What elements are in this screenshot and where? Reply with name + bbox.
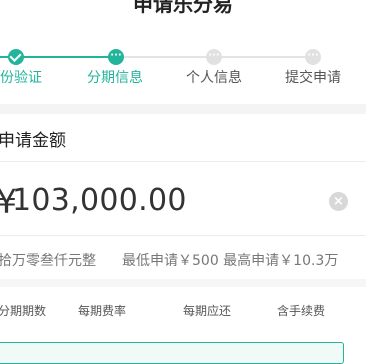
column-header-payment: 每期应还 (183, 304, 232, 318)
column-header-periods: 分期期数 (0, 304, 47, 318)
step-label-identity: 身份验证 (0, 70, 42, 86)
step-1-check-icon (8, 49, 24, 65)
divider (0, 161, 366, 162)
amount-limits: 最低申请￥500 最高申请￥10.3万 (122, 253, 339, 269)
amount-input[interactable]: 103,000.00 (12, 183, 187, 218)
divider (0, 235, 366, 236)
column-header-rate: 每期费率 (78, 304, 127, 318)
step-3-pending-icon: ··· (206, 49, 222, 65)
step-label-personal: 个人信息 (186, 70, 242, 86)
step-4-pending-icon: ··· (305, 49, 321, 65)
section-divider (0, 104, 366, 114)
header: 申请乐分易 (0, 0, 366, 14)
amount-section-title: 申请金额 (0, 131, 66, 151)
page-title: 申请乐分易 (133, 0, 233, 14)
clear-icon[interactable]: × (329, 192, 348, 211)
step-2-current-icon: ··· (108, 49, 124, 65)
column-header-fee: 含手续费 (277, 304, 326, 318)
installment-option-selected[interactable] (0, 342, 344, 364)
amount-in-words: 拾万零叁仟元整 (0, 253, 96, 269)
progress-steps: ··· ··· ··· 身份验证 分期信息 个人信息 提交申请 (0, 40, 366, 95)
step-label-submit: 提交申请 (285, 70, 341, 86)
section-divider (0, 279, 366, 287)
step-label-installment: 分期信息 (87, 70, 143, 86)
